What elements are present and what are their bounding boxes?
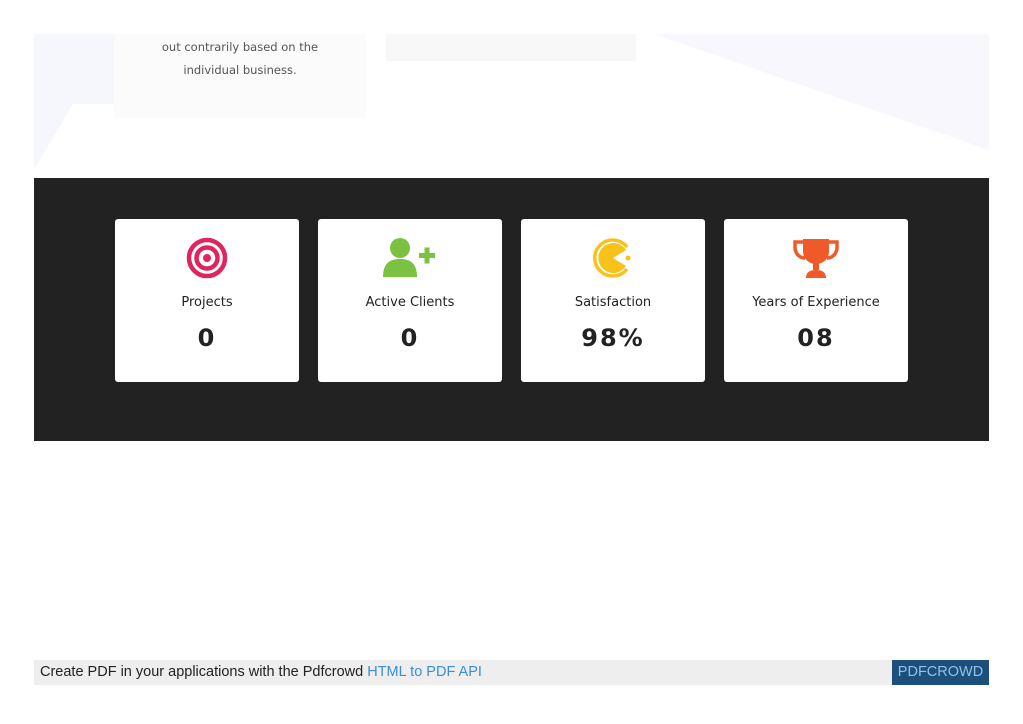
user-plus-icon bbox=[318, 236, 502, 280]
stats-section: Projects 0 Active Clients 0 Satisfaction… bbox=[34, 178, 989, 441]
feature-card-text-line2: individual business. bbox=[183, 63, 297, 77]
stat-card-projects: Projects 0 bbox=[115, 219, 299, 382]
pacman-icon bbox=[521, 236, 705, 280]
footer-message: Create PDF in your applications with the… bbox=[40, 664, 364, 680]
top-section: out contrarily based on the individual b… bbox=[34, 34, 989, 178]
stat-value: 98% bbox=[581, 324, 645, 352]
target-icon bbox=[115, 236, 299, 280]
pdfcrowd-badge[interactable]: PDFCROWD bbox=[892, 660, 989, 685]
stat-card-active-clients: Active Clients 0 bbox=[318, 219, 502, 382]
stat-label: Projects bbox=[181, 295, 233, 310]
page: out contrarily based on the individual b… bbox=[0, 0, 1023, 724]
decorative-triangle-left bbox=[34, 34, 114, 170]
feature-card-secondary bbox=[386, 34, 636, 61]
footer-text: Create PDF in your applications with the… bbox=[40, 664, 482, 680]
decorative-triangle-right bbox=[654, 34, 989, 150]
feature-card-text-line1: out contrarily based on the bbox=[161, 40, 319, 54]
stat-label: Active Clients bbox=[365, 295, 455, 310]
pdfcrowd-footer: Create PDF in your applications with the… bbox=[34, 660, 989, 685]
stat-value: 08 bbox=[797, 324, 835, 352]
stat-card-years-of-experience: Years of Experience 08 bbox=[724, 219, 908, 382]
stat-value: 0 bbox=[400, 324, 420, 352]
html-to-pdf-api-link[interactable]: HTML to PDF API bbox=[367, 664, 482, 680]
feature-card: out contrarily based on the individual b… bbox=[114, 34, 366, 118]
trophy-icon bbox=[724, 236, 908, 280]
stat-label: Satisfaction bbox=[574, 295, 652, 310]
stat-card-satisfaction: Satisfaction 98% bbox=[521, 219, 705, 382]
stat-label: Years of Experience bbox=[752, 295, 880, 310]
stat-value: 0 bbox=[197, 324, 217, 352]
